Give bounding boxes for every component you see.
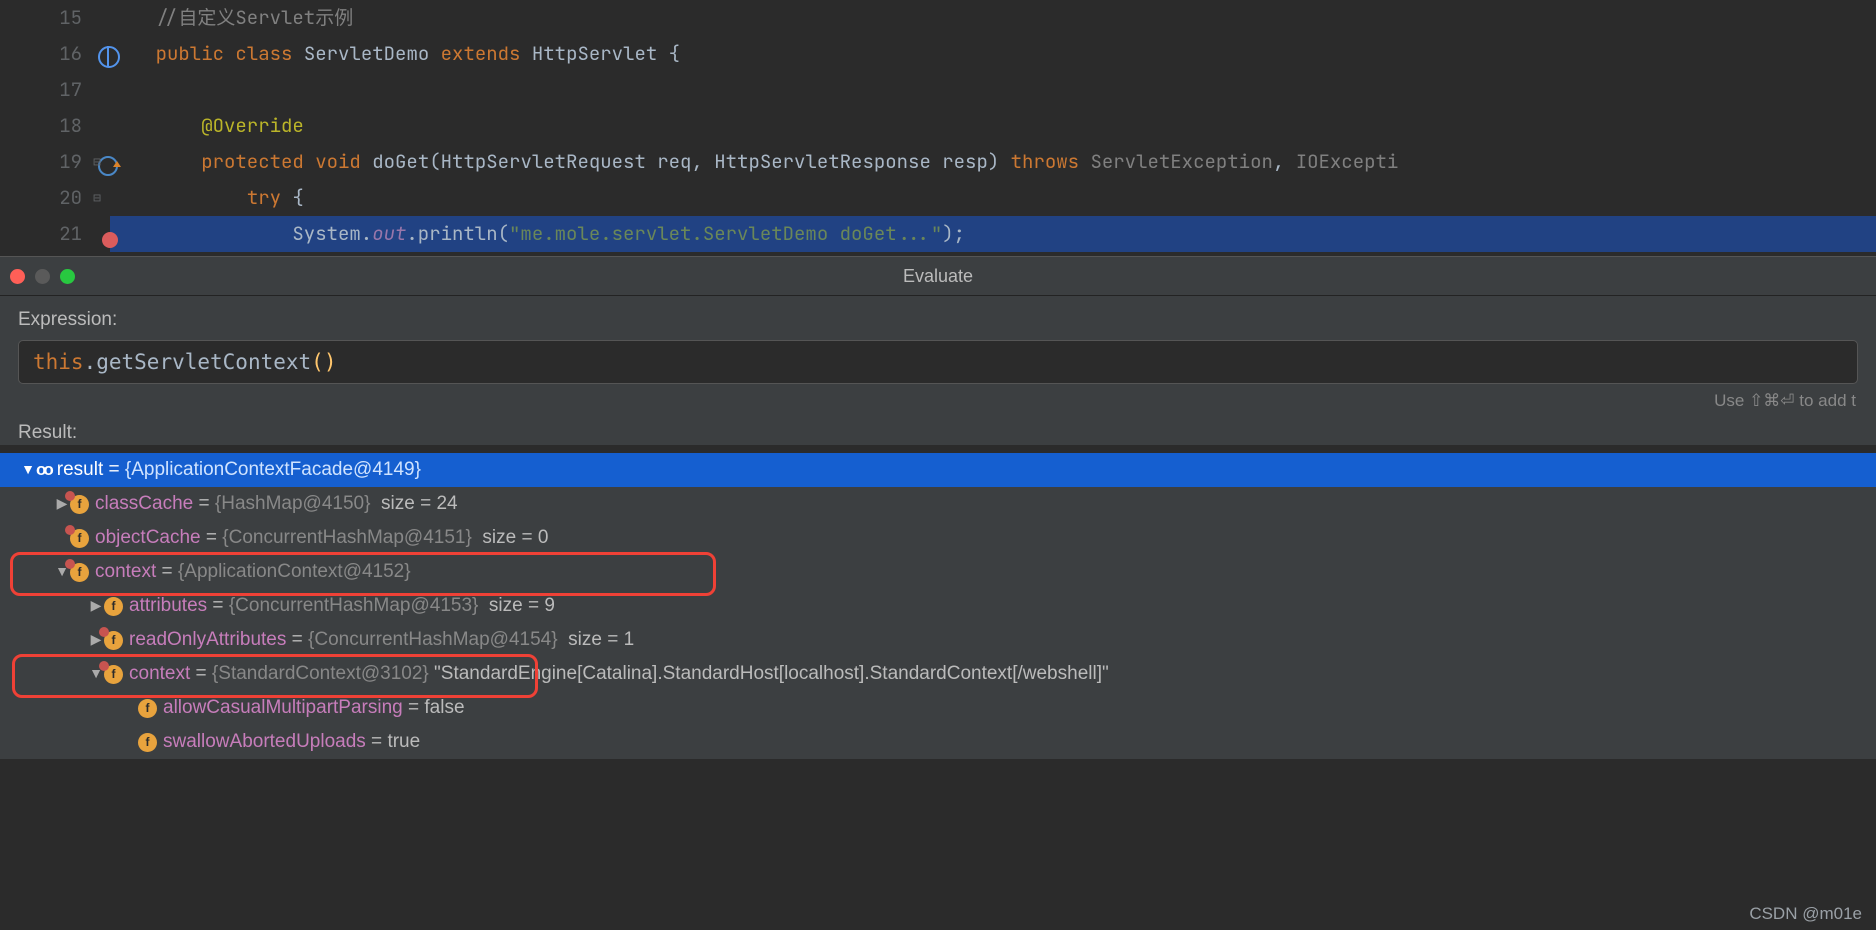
code-line[interactable]: System.out.println("me.mole.servlet.Serv… (110, 216, 1876, 252)
field-name: attributes (129, 594, 207, 618)
tree-row[interactable]: ▶ fattributes = {ConcurrentHashMap@4153}… (0, 589, 1876, 623)
gutter-line[interactable]: 21 (0, 216, 88, 252)
field-name: context (95, 560, 156, 584)
field-icon: f (70, 563, 89, 582)
dialog-title: Evaluate (0, 265, 1876, 288)
evaluate-panel: Expression: this.getServletContext() Use… (0, 296, 1876, 445)
field-name: context (129, 662, 190, 686)
field-value: true (387, 730, 420, 754)
field-name: classCache (95, 492, 193, 516)
field-icon: f (104, 665, 123, 684)
gutter-line[interactable]: 19 (0, 144, 88, 180)
code-editor[interactable]: 15161718192021 ⊟⊟ //自定义Servlet示例 public … (0, 0, 1876, 256)
code-line[interactable]: try { (110, 180, 1876, 216)
field-value: {ConcurrentHashMap@4154} (308, 628, 563, 652)
tree-row[interactable]: ▼ fcontext = {ApplicationContext@4152} (0, 555, 1876, 589)
field-name: readOnlyAttributes (129, 628, 286, 652)
field-value: {ApplicationContext@4152} (178, 560, 416, 584)
field-icon: f (104, 597, 123, 616)
tree-row[interactable]: fobjectCache = {ConcurrentHashMap@4151} … (0, 521, 1876, 555)
field-name: objectCache (95, 526, 201, 550)
fold-toggle[interactable]: ⊟ (90, 144, 104, 180)
glasses-icon: oo (36, 459, 51, 480)
code-line[interactable]: public class ServletDemo extends HttpSer… (110, 36, 1876, 72)
field-icon: f (70, 529, 89, 548)
field-icon: f (138, 733, 157, 752)
gutter-line[interactable]: 18 (0, 108, 88, 144)
tree-row[interactable]: ▶ fclassCache = {HashMap@4150} size = 24 (0, 487, 1876, 521)
field-value: {StandardContext@3102} (212, 662, 434, 686)
field-value: {ConcurrentHashMap@4153} (229, 594, 484, 618)
field-name: allowCasualMultipartParsing (163, 696, 403, 720)
code-line[interactable]: protected void doGet(HttpServletRequest … (110, 144, 1876, 180)
gutter-line[interactable]: 17 (0, 72, 88, 108)
expression-input[interactable]: this.getServletContext() (18, 340, 1858, 384)
expression-label: Expression: (18, 308, 1858, 332)
gutter-line[interactable]: 20 (0, 180, 88, 216)
tree-row[interactable]: fswallowAbortedUploads = true (0, 725, 1876, 759)
field-name: swallowAbortedUploads (163, 730, 366, 754)
result-label: Result: (18, 421, 1858, 445)
watermark: CSDN @m01e (1749, 903, 1862, 924)
tree-row[interactable]: ▼ fcontext = {StandardContext@3102} "Sta… (0, 657, 1876, 691)
fold-toggle (90, 108, 104, 144)
fold-toggle[interactable]: ⊟ (90, 180, 104, 216)
code-line[interactable]: //自定义Servlet示例 (110, 0, 1876, 36)
tree-row[interactable]: ▼ ooresult = {ApplicationContextFacade@4… (0, 453, 1876, 487)
field-value: {ApplicationContextFacade@4149} (125, 458, 426, 482)
tree-row[interactable]: fallowCasualMultipartParsing = false (0, 691, 1876, 725)
chevron-right-icon[interactable]: ▶ (88, 597, 104, 615)
chevron-down-icon[interactable]: ▼ (20, 461, 36, 479)
field-icon: f (70, 495, 89, 514)
code-line[interactable] (110, 72, 1876, 108)
field-icon: f (138, 699, 157, 718)
code-line[interactable]: @Override (110, 108, 1876, 144)
fold-toggle (90, 216, 104, 252)
gutter-line[interactable]: 15 (0, 0, 88, 36)
field-value: {ConcurrentHashMap@4151} (222, 526, 477, 550)
fold-toggle (90, 0, 104, 36)
field-icon: f (104, 631, 123, 650)
field-value: {HashMap@4150} (215, 492, 376, 516)
field-name: result (57, 458, 103, 482)
tree-row[interactable]: ▶ freadOnlyAttributes = {ConcurrentHashM… (0, 623, 1876, 657)
result-tree[interactable]: ▼ ooresult = {ApplicationContextFacade@4… (0, 453, 1876, 759)
gutter-line[interactable]: 16 (0, 36, 88, 72)
expr-this: this (33, 350, 84, 374)
fold-toggle (90, 72, 104, 108)
fold-toggle (90, 36, 104, 72)
shortcut-hint: Use ⇧⌘⏎ to add t (18, 390, 1856, 411)
field-value: false (424, 696, 464, 720)
dialog-titlebar[interactable]: Evaluate (0, 256, 1876, 296)
